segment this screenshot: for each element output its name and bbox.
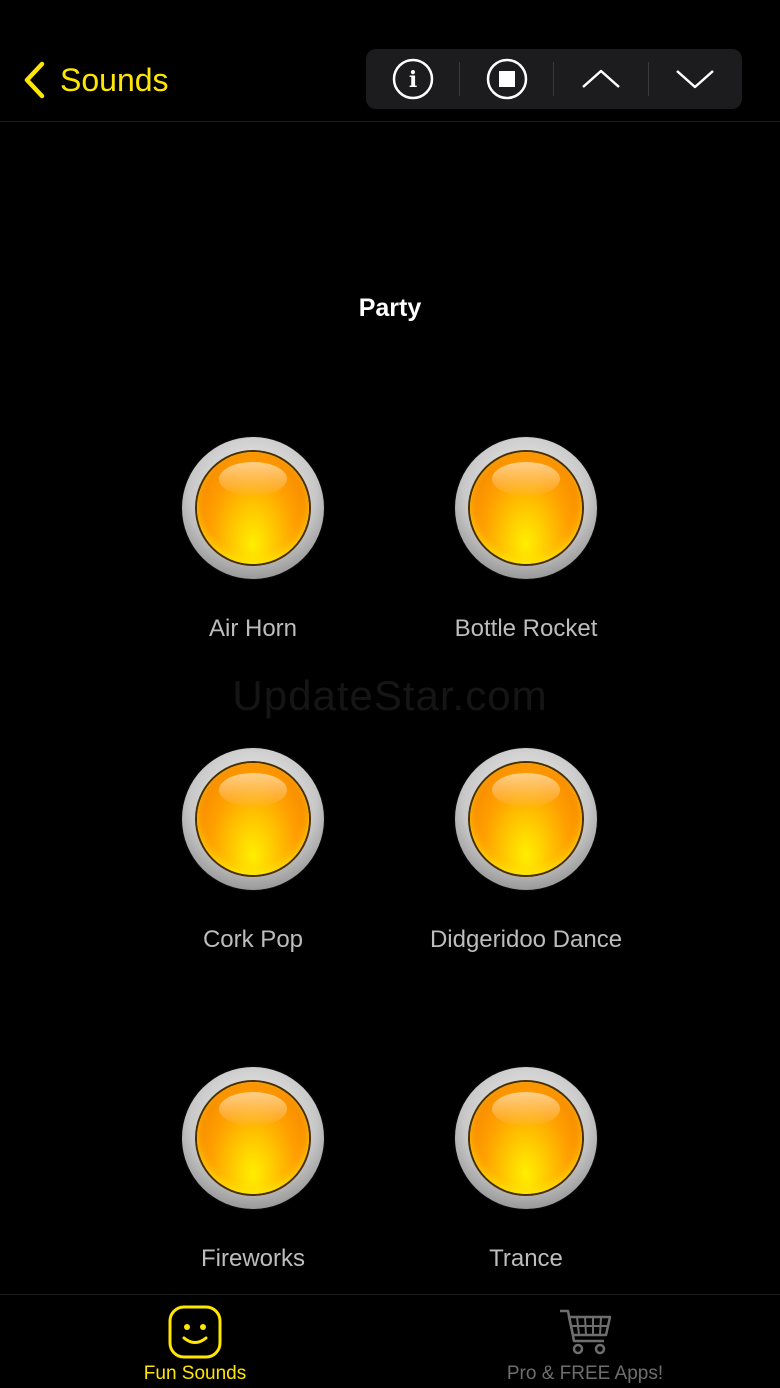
play-orb-icon — [455, 437, 597, 579]
sound-label: Trance — [489, 1245, 563, 1272]
chevron-down-icon — [676, 70, 715, 89]
chevron-up-icon — [582, 69, 620, 88]
sound-label: Bottle Rocket — [454, 615, 598, 642]
smiley-icon — [168, 1305, 222, 1359]
info-icon: i — [392, 58, 433, 100]
tab-pro-free-apps[interactable]: Pro & FREE Apps! — [390, 1295, 780, 1388]
info-button[interactable]: i — [366, 49, 459, 109]
sound-button-didgeridoo-dance[interactable]: Didgeridoo Dance — [396, 748, 656, 954]
toolbar: i — [366, 49, 742, 109]
sound-button-fireworks[interactable]: Fireworks — [123, 1067, 383, 1273]
tab-label: Fun Sounds — [143, 1363, 247, 1384]
play-orb-icon — [182, 748, 324, 890]
back-label: Sounds — [60, 61, 169, 98]
sound-label: Didgeridoo Dance — [429, 926, 623, 953]
sound-label: Cork Pop — [202, 926, 304, 953]
back-button[interactable]: Sounds — [22, 58, 169, 102]
tab-label: Pro & FREE Apps! — [506, 1363, 664, 1384]
tab-bar: Fun Sounds Pro & FREE Apps! — [0, 1294, 780, 1388]
play-orb-icon — [455, 1067, 597, 1209]
section-title: Party — [358, 294, 422, 322]
sound-button-cork-pop[interactable]: Cork Pop — [123, 748, 383, 954]
sound-label: Fireworks — [200, 1245, 305, 1272]
sound-label: Air Horn — [208, 615, 298, 642]
sound-button-trance[interactable]: Trance — [396, 1067, 656, 1273]
play-orb-icon — [455, 748, 597, 890]
tab-fun-sounds[interactable]: Fun Sounds — [0, 1295, 390, 1388]
svg-text:i: i — [408, 67, 416, 93]
play-orb-icon — [182, 437, 324, 579]
sound-button-bottle-rocket[interactable]: Bottle Rocket — [396, 437, 656, 643]
play-orb-icon — [182, 1067, 324, 1209]
scroll-down-button[interactable] — [649, 49, 742, 109]
cart-icon — [560, 1309, 612, 1355]
stop-button[interactable] — [460, 49, 553, 109]
watermark: UpdateStar.com — [232, 672, 548, 719]
sound-button-air-horn[interactable]: Air Horn — [123, 437, 383, 643]
chevron-left-icon — [24, 61, 45, 99]
stop-icon — [486, 58, 528, 100]
navigation-bar: Sounds i — [0, 0, 780, 122]
scroll-up-button[interactable] — [554, 49, 647, 109]
